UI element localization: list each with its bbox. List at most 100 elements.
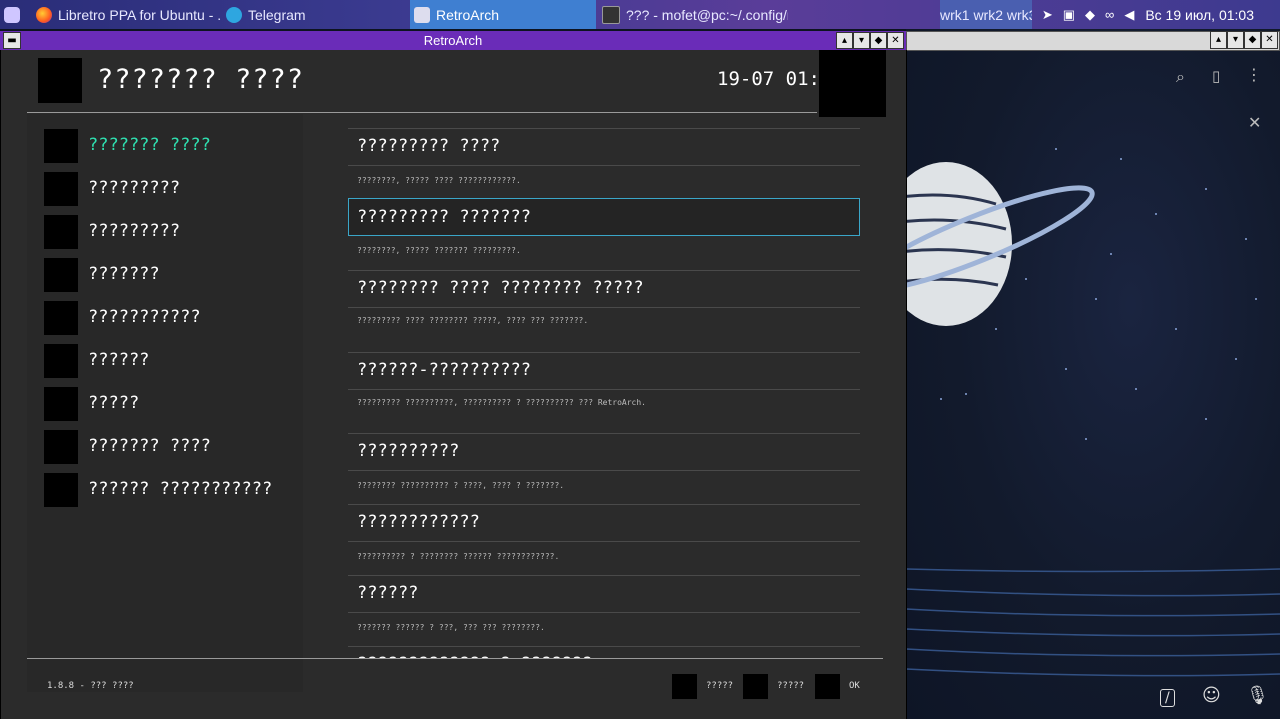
retroarch-content: ??????? ???? 19-07 01:03 ??????? ???? ??… [0, 50, 907, 719]
sidebar-item-icon [44, 344, 78, 378]
link-icon[interactable]: ∞ [1105, 7, 1114, 22]
volume-icon[interactable]: ◀ [1124, 7, 1134, 23]
sidebar-item-video[interactable]: ????? [44, 387, 304, 421]
menu-list: ????????? ???? ????????, ????? ???? ????… [348, 124, 860, 658]
list-item-title: ??????-?????????? [357, 360, 531, 380]
commands-icon[interactable]: / [1160, 689, 1175, 707]
sidebar-item-label: ?????? ??????????? [88, 479, 273, 499]
list-item-desc: ????????, ????? ??????? ?????????. [357, 246, 521, 255]
task-retroarch[interactable]: RetroArch [410, 0, 596, 29]
task-label: Libretro PPA for Ubuntu - ... [58, 6, 222, 23]
footer-divider [27, 658, 883, 659]
retroarch-icon [414, 6, 430, 23]
wifi-icon[interactable]: ◆ [1085, 7, 1095, 23]
system-tray: ➤ ▣ ◆ ∞ ◀ Вс 19 июл, 01:03 [1037, 0, 1280, 29]
close-panel-icon[interactable]: ✕ [1248, 113, 1261, 132]
sidebar-item-label: ????????? [88, 178, 181, 198]
sidebar-item-images[interactable]: ??????????? [44, 301, 304, 335]
telegram-tray-icon[interactable]: ➤ [1042, 7, 1053, 23]
retroarch-titlebar: RetroArch ▬ ▴ ▾ ◆ ✕ [0, 31, 906, 50]
water-streaks [906, 568, 1280, 677]
task-label: ??? - mofet@pc:~/.config/r... [626, 6, 788, 23]
telegram-icon [226, 6, 242, 23]
minimize-icon[interactable]: ▴ [836, 32, 853, 49]
list-item-title: ?????? [357, 583, 419, 603]
sidebar-item-favorites[interactable]: ????????? [44, 215, 304, 249]
sidebar-item-icon [44, 129, 78, 163]
sidebar-item-icon [44, 215, 78, 249]
separator [348, 575, 860, 576]
ok-button-icon[interactable] [815, 674, 840, 699]
separator [348, 504, 860, 505]
task-terminal[interactable]: ??? - mofet@pc:~/.config/r... [598, 0, 788, 29]
sidebar-item-label: ??????????? [88, 307, 201, 327]
sidebar-item-icon [44, 430, 78, 464]
list-item-desc: ?????????? ? ???????? ?????? ???????????… [357, 552, 560, 561]
list-item-title: ?????????? [357, 441, 460, 461]
sidebar-item-label: ????? [88, 393, 140, 413]
sidebar-item-import-content[interactable]: ?????? ??????????? [44, 473, 304, 507]
search-button-icon[interactable] [672, 674, 697, 699]
microphone-icon[interactable]: 🎙 [1246, 685, 1269, 706]
window-menu-icon[interactable]: ▬ [3, 32, 21, 49]
back-button-icon[interactable] [743, 674, 768, 699]
sidebar-item-label: ?????? [88, 350, 150, 370]
emoji-icon[interactable]: ☺ [1202, 685, 1221, 706]
task-label: Telegram [248, 6, 306, 23]
sidebar: ??????? ???? ????????? ????????? ???????… [27, 114, 303, 692]
maximize-icon[interactable]: ▾ [853, 32, 870, 49]
sidebar-item-icon [44, 301, 78, 335]
sidebar-item-main-menu[interactable]: ??????? ???? [44, 129, 304, 163]
list-item-title: ???????????? [357, 512, 480, 532]
header-icon [38, 58, 82, 103]
sidebar-item-history[interactable]: ??????? [44, 258, 304, 292]
list-item-title: ????????? ??????? [357, 207, 531, 227]
separator [348, 470, 860, 471]
separator [348, 612, 860, 613]
search-icon[interactable]: ⌕ [1176, 67, 1185, 87]
close-icon[interactable]: ✕ [887, 32, 904, 49]
sidebar-item-label: ??????? ???? [88, 436, 211, 456]
separator [348, 307, 860, 308]
header-divider [27, 112, 817, 113]
clock[interactable]: Вс 19 июл, 01:03 [1145, 7, 1254, 23]
separator [348, 128, 860, 129]
sidebar-item-label: ????????? [88, 221, 181, 241]
planet [906, 162, 1012, 326]
list-item-desc: ??????? ?????? ? ???, ??? ??? ????????. [357, 623, 545, 632]
separator [348, 352, 860, 353]
sidebar-item-settings[interactable]: ????????? [44, 172, 304, 206]
footer-button-label[interactable]: OK [849, 681, 860, 691]
app-menu-button[interactable] [0, 0, 30, 29]
footer-button-label[interactable]: ????? [777, 681, 804, 691]
task-telegram[interactable]: Telegram [222, 0, 408, 29]
sidebar-toggle-icon[interactable]: ▯ [1212, 67, 1220, 85]
clipboard-icon[interactable]: ▣ [1063, 7, 1075, 23]
firefox-icon [36, 6, 52, 23]
separator [348, 389, 860, 390]
telegram-window: ▴ ▾ ◆ ✕ ⌕ ▯ ⋮ ✕ / ☺ 🎙 [906, 29, 1280, 719]
page-title: ??????? ???? [97, 64, 305, 95]
restore-icon[interactable]: ◆ [870, 32, 887, 49]
footer-button-label[interactable]: ????? [706, 681, 733, 691]
sidebar-item-label: ??????? ???? [88, 135, 211, 155]
terminal-icon [602, 5, 620, 24]
sidebar-item-icon [44, 172, 78, 206]
sidebar-item-label: ??????? [88, 264, 160, 284]
workspace-switcher[interactable]: wrk1 wrk2 wrk3 [940, 0, 1032, 29]
sidebar-item-icon [44, 258, 78, 292]
task-label: RetroArch [436, 6, 500, 23]
wallpaper-illustration [906, 148, 1280, 677]
task-firefox[interactable]: Libretro PPA for Ubuntu - ... [32, 0, 222, 29]
sidebar-item-music[interactable]: ?????? [44, 344, 304, 378]
separator [348, 270, 860, 271]
list-item-desc: ???????? ?????????? ? ????, ???? ? ?????… [357, 481, 565, 490]
separator [348, 433, 860, 434]
list-item-title: ???????? ???? ???????? ????? [357, 278, 644, 298]
window-title: RetroArch [0, 31, 906, 50]
list-item-desc: ????????, ????? ???? ????????????. [357, 176, 521, 185]
sidebar-item-netplay[interactable]: ??????? ???? [44, 430, 304, 464]
sidebar-item-icon [44, 387, 78, 421]
app-menu-icon [4, 6, 20, 23]
more-icon[interactable]: ⋮ [1246, 65, 1262, 84]
